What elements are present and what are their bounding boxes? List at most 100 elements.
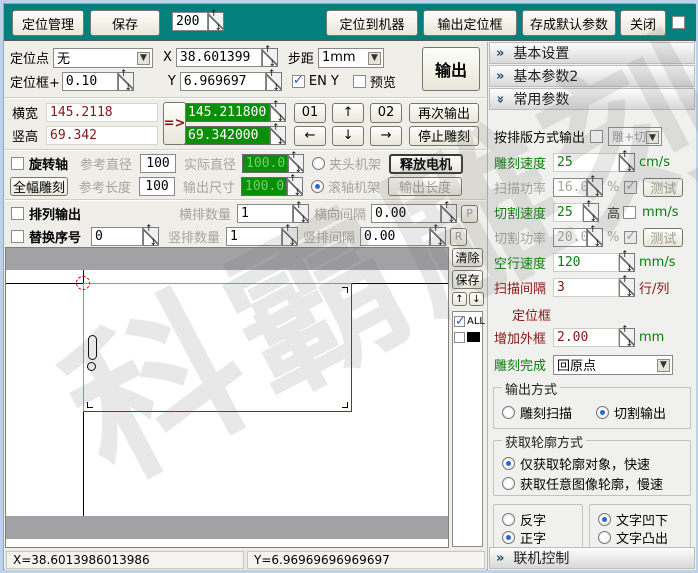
frame-offset-value[interactable]: 0.10 [62, 72, 118, 91]
header-basic-params2[interactable]: » 基本参数2 [489, 65, 695, 87]
hgap-value[interactable]: 0.00 [371, 204, 441, 223]
zoom-value[interactable]: 200 [172, 12, 208, 31]
replace-serial-checkbox[interactable] [11, 230, 24, 243]
frame-offset-stepper[interactable]: 0.10 [62, 72, 134, 91]
contour-fast-option[interactable]: 仅获取轮廓对象，快速 [502, 455, 650, 471]
output-button[interactable]: 输出 [422, 47, 480, 91]
x-stepper[interactable]: 38.601399 [176, 48, 278, 67]
en-checkbox[interactable] [292, 75, 305, 88]
selection-rectangle[interactable] [83, 283, 352, 412]
width-out-value[interactable]: 145.211800 [184, 103, 270, 122]
save-default-params-button[interactable]: 存成默认参数 [522, 10, 616, 36]
output-again-button[interactable]: 再次输出 [409, 103, 479, 123]
engrave-speed-value[interactable]: 25 [557, 155, 573, 170]
layer-down-button[interactable]: ↓ [469, 292, 484, 306]
cut-radio[interactable] [596, 406, 609, 419]
output-frame-button[interactable]: 输出定位框 [423, 10, 517, 36]
contour-slow-option[interactable]: 获取任意图像轮廓，慢速 [502, 475, 663, 491]
rows-stepper[interactable]: 1 [226, 227, 298, 246]
spinner-icon[interactable] [441, 204, 457, 223]
concave-radio[interactable] [598, 513, 611, 526]
x-value[interactable]: 38.601399 [176, 48, 262, 67]
origin-marker[interactable] [76, 276, 90, 290]
spinner-icon[interactable] [619, 253, 635, 272]
spinner-icon[interactable] [282, 227, 298, 246]
rotary-checkbox[interactable] [11, 157, 24, 170]
ref-diameter-value[interactable]: 100 [140, 154, 176, 173]
output-mode-scan[interactable]: 雕刻扫描 [502, 404, 572, 420]
done-action-select[interactable]: 回原点 ▼ [553, 355, 673, 375]
replace-serial-value[interactable]: 0 [91, 227, 143, 246]
y-value[interactable]: 6.969697 [180, 72, 266, 91]
width-value[interactable]: 145.2118 [46, 103, 158, 122]
close-button[interactable]: 关闭 [620, 10, 666, 36]
cut-speed-value[interactable]: 25 [557, 205, 573, 220]
rows-value[interactable]: 1 [226, 227, 282, 246]
spinner-icon[interactable] [208, 12, 224, 31]
y-stepper[interactable]: 6.969697 [180, 72, 282, 91]
position-manage-button[interactable]: 定位管理 [12, 10, 84, 36]
spinner-icon[interactable] [587, 228, 603, 247]
spinner-icon[interactable] [270, 103, 286, 122]
spinner-icon[interactable] [262, 48, 278, 67]
cut-power-value[interactable]: 20.0 [553, 228, 587, 247]
clear-button[interactable]: 清除 [452, 248, 483, 267]
vgap-stepper[interactable]: 0.00 [360, 227, 446, 246]
width-out-stepper[interactable]: 145.211800 [184, 103, 286, 122]
replace-serial-stepper[interactable]: 0 [91, 227, 159, 246]
design-canvas[interactable] [5, 247, 449, 548]
roller-radio[interactable] [311, 180, 324, 193]
spinner-icon[interactable] [288, 154, 304, 173]
chuck-radio[interactable] [312, 157, 325, 170]
scan-gap-value[interactable]: 3 [557, 280, 565, 295]
cut-power-test-button[interactable]: 测试 [643, 228, 683, 247]
spinner-icon[interactable] [270, 126, 286, 145]
anchor-select[interactable]: 无 ▼ [53, 48, 153, 68]
output-size-stepper[interactable]: 100.0 [241, 177, 303, 196]
output-length-button[interactable]: 输出长度 [388, 177, 462, 196]
step-select[interactable]: 1mm ▼ [318, 48, 384, 68]
convex-option[interactable]: 文字凸出 [598, 529, 668, 545]
spinner-icon[interactable] [287, 177, 303, 196]
spinner-icon[interactable] [583, 203, 599, 222]
jog-up-button[interactable]: ↑ [332, 103, 364, 123]
capsule-shape[interactable] [88, 335, 97, 360]
spinner-icon[interactable] [266, 72, 282, 91]
save-layers-button[interactable]: 保存 [452, 270, 483, 289]
layer-all-checkbox[interactable] [454, 316, 465, 327]
spinner-icon[interactable] [619, 328, 635, 347]
concave-option[interactable]: 文字凹下 [598, 511, 668, 527]
layout-mode-checkbox[interactable] [590, 130, 603, 143]
mirror-radio[interactable] [502, 513, 515, 526]
cols-value[interactable]: 1 [237, 204, 293, 223]
apply-size-button[interactable]: => [163, 102, 186, 145]
normal-option[interactable]: 正字 [502, 529, 546, 545]
full-engrave-button[interactable]: 全幅雕刻 [10, 177, 68, 196]
spinner-icon[interactable] [143, 227, 159, 246]
convex-radio[interactable] [598, 531, 611, 544]
mirror-option[interactable]: 反字 [502, 511, 546, 527]
jog-left-button[interactable]: ← [294, 126, 326, 146]
jog-down-button[interactable]: ↓ [332, 126, 364, 146]
height-out-value[interactable]: 69.342000 [184, 126, 270, 145]
save-button[interactable]: 保存 [90, 10, 160, 36]
hgap-stepper[interactable]: 0.00 [371, 204, 457, 223]
header-online-control[interactable]: » 联机控制 [489, 547, 695, 569]
layer-item-all[interactable]: ALL [454, 314, 481, 328]
vgap-value[interactable]: 0.00 [360, 227, 430, 246]
layer-black-checkbox[interactable] [454, 332, 465, 343]
addframe-value[interactable]: 2.00 [557, 330, 588, 345]
layer-up-button[interactable]: ↑ [452, 292, 467, 306]
preview-checkbox[interactable] [353, 75, 366, 88]
contour-slow-radio[interactable] [502, 477, 515, 490]
jog-right-button[interactable]: → [370, 126, 402, 146]
layout-mode-select[interactable]: 雕+切 ▼ [608, 127, 662, 146]
scan-power-checkbox[interactable] [624, 181, 637, 194]
normal-radio[interactable] [502, 531, 515, 544]
layer-item-black[interactable] [454, 330, 481, 344]
contour-fast-radio[interactable] [502, 457, 515, 470]
header-common-params[interactable]: » 常用参数 [489, 88, 695, 110]
scan-radio[interactable] [502, 406, 515, 419]
circle-shape[interactable] [87, 362, 96, 371]
height-value[interactable]: 69.342 [46, 126, 158, 145]
